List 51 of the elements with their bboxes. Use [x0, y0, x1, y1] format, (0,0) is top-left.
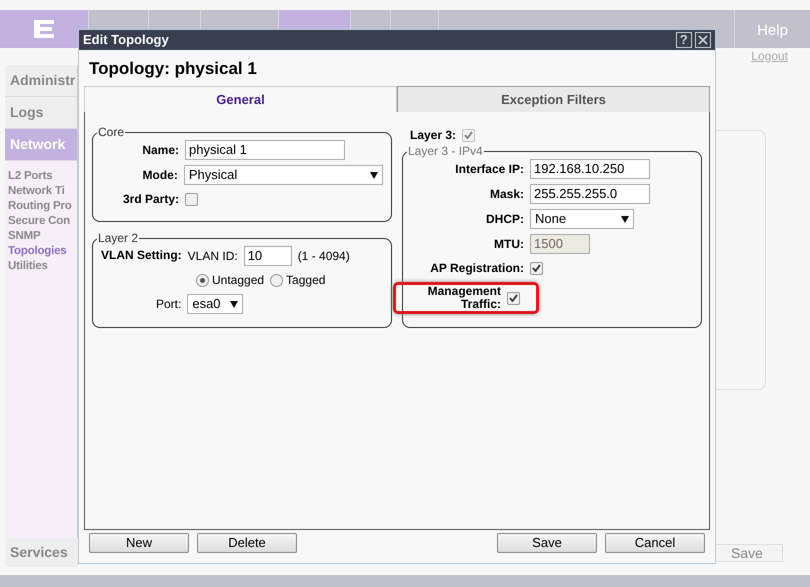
field-label: Management Traffic:	[426, 285, 501, 311]
checkbox[interactable]	[185, 192, 198, 206]
field-label: 3rd Party:	[122, 191, 179, 208]
close-icon	[698, 35, 708, 45]
field-label: DHCP:	[485, 211, 524, 228]
help-button[interactable]: ?	[676, 32, 692, 48]
tab[interactable]: General	[84, 86, 397, 112]
port-select[interactable]: esa0	[187, 294, 244, 314]
radio-button[interactable]	[196, 274, 209, 286]
field-label: Name:	[141, 142, 179, 159]
caret-icon	[230, 300, 238, 308]
field-label: VLAN Setting:	[101, 247, 182, 264]
field-label: AP Registration:	[429, 260, 524, 277]
field-label: VLAN ID:	[188, 248, 238, 265]
group-legend: Core	[97, 126, 126, 138]
text-field[interactable]: 192.168.10.250	[530, 159, 650, 179]
field-label: Mask:	[488, 186, 524, 203]
range-hint: (1 - 4094)	[298, 248, 350, 265]
radio-label: Tagged	[286, 272, 326, 289]
caret-icon	[621, 216, 629, 222]
dialog-button[interactable]: New	[89, 533, 189, 553]
group-legend: Layer 2	[97, 232, 140, 244]
field-label: MTU:	[493, 236, 524, 253]
radio-dot	[200, 278, 205, 282]
radio-button[interactable]	[270, 274, 284, 286]
text-field[interactable]: 255.255.255.0	[530, 184, 650, 204]
check-icon	[509, 294, 518, 302]
vlan-id-field[interactable]: 10	[244, 246, 292, 266]
check-icon	[464, 131, 474, 139]
dialog-button[interactable]: Delete	[197, 533, 297, 553]
field-label: Layer 3:	[410, 127, 456, 144]
logo-icon	[34, 20, 54, 38]
dialog-button[interactable]: Cancel	[605, 533, 705, 553]
field-label: Mode:	[142, 167, 178, 184]
field-label: Interface IP:	[454, 161, 524, 178]
dialog-button[interactable]: Save	[497, 533, 597, 553]
caret-icon	[370, 172, 378, 178]
field-label: Port:	[156, 296, 182, 313]
checkbox[interactable]	[507, 292, 520, 304]
dialog-heading: Topology: physical 1	[88, 58, 258, 80]
tab[interactable]: Exception Filters	[397, 86, 710, 112]
checkbox[interactable]	[530, 262, 543, 274]
sidebar-item[interactable]: Topologies	[5, 244, 77, 259]
mode-select[interactable]: Physical	[184, 165, 383, 185]
name-field[interactable]: physical 1	[185, 140, 345, 160]
close-button[interactable]	[695, 32, 711, 48]
window-title: Edit Topology	[83, 31, 169, 50]
group-legend: Layer 3 - IPv4	[407, 145, 484, 157]
dhcp-select[interactable]: None	[530, 209, 634, 229]
check-icon	[532, 264, 541, 272]
radio-label: Untagged	[212, 272, 264, 289]
